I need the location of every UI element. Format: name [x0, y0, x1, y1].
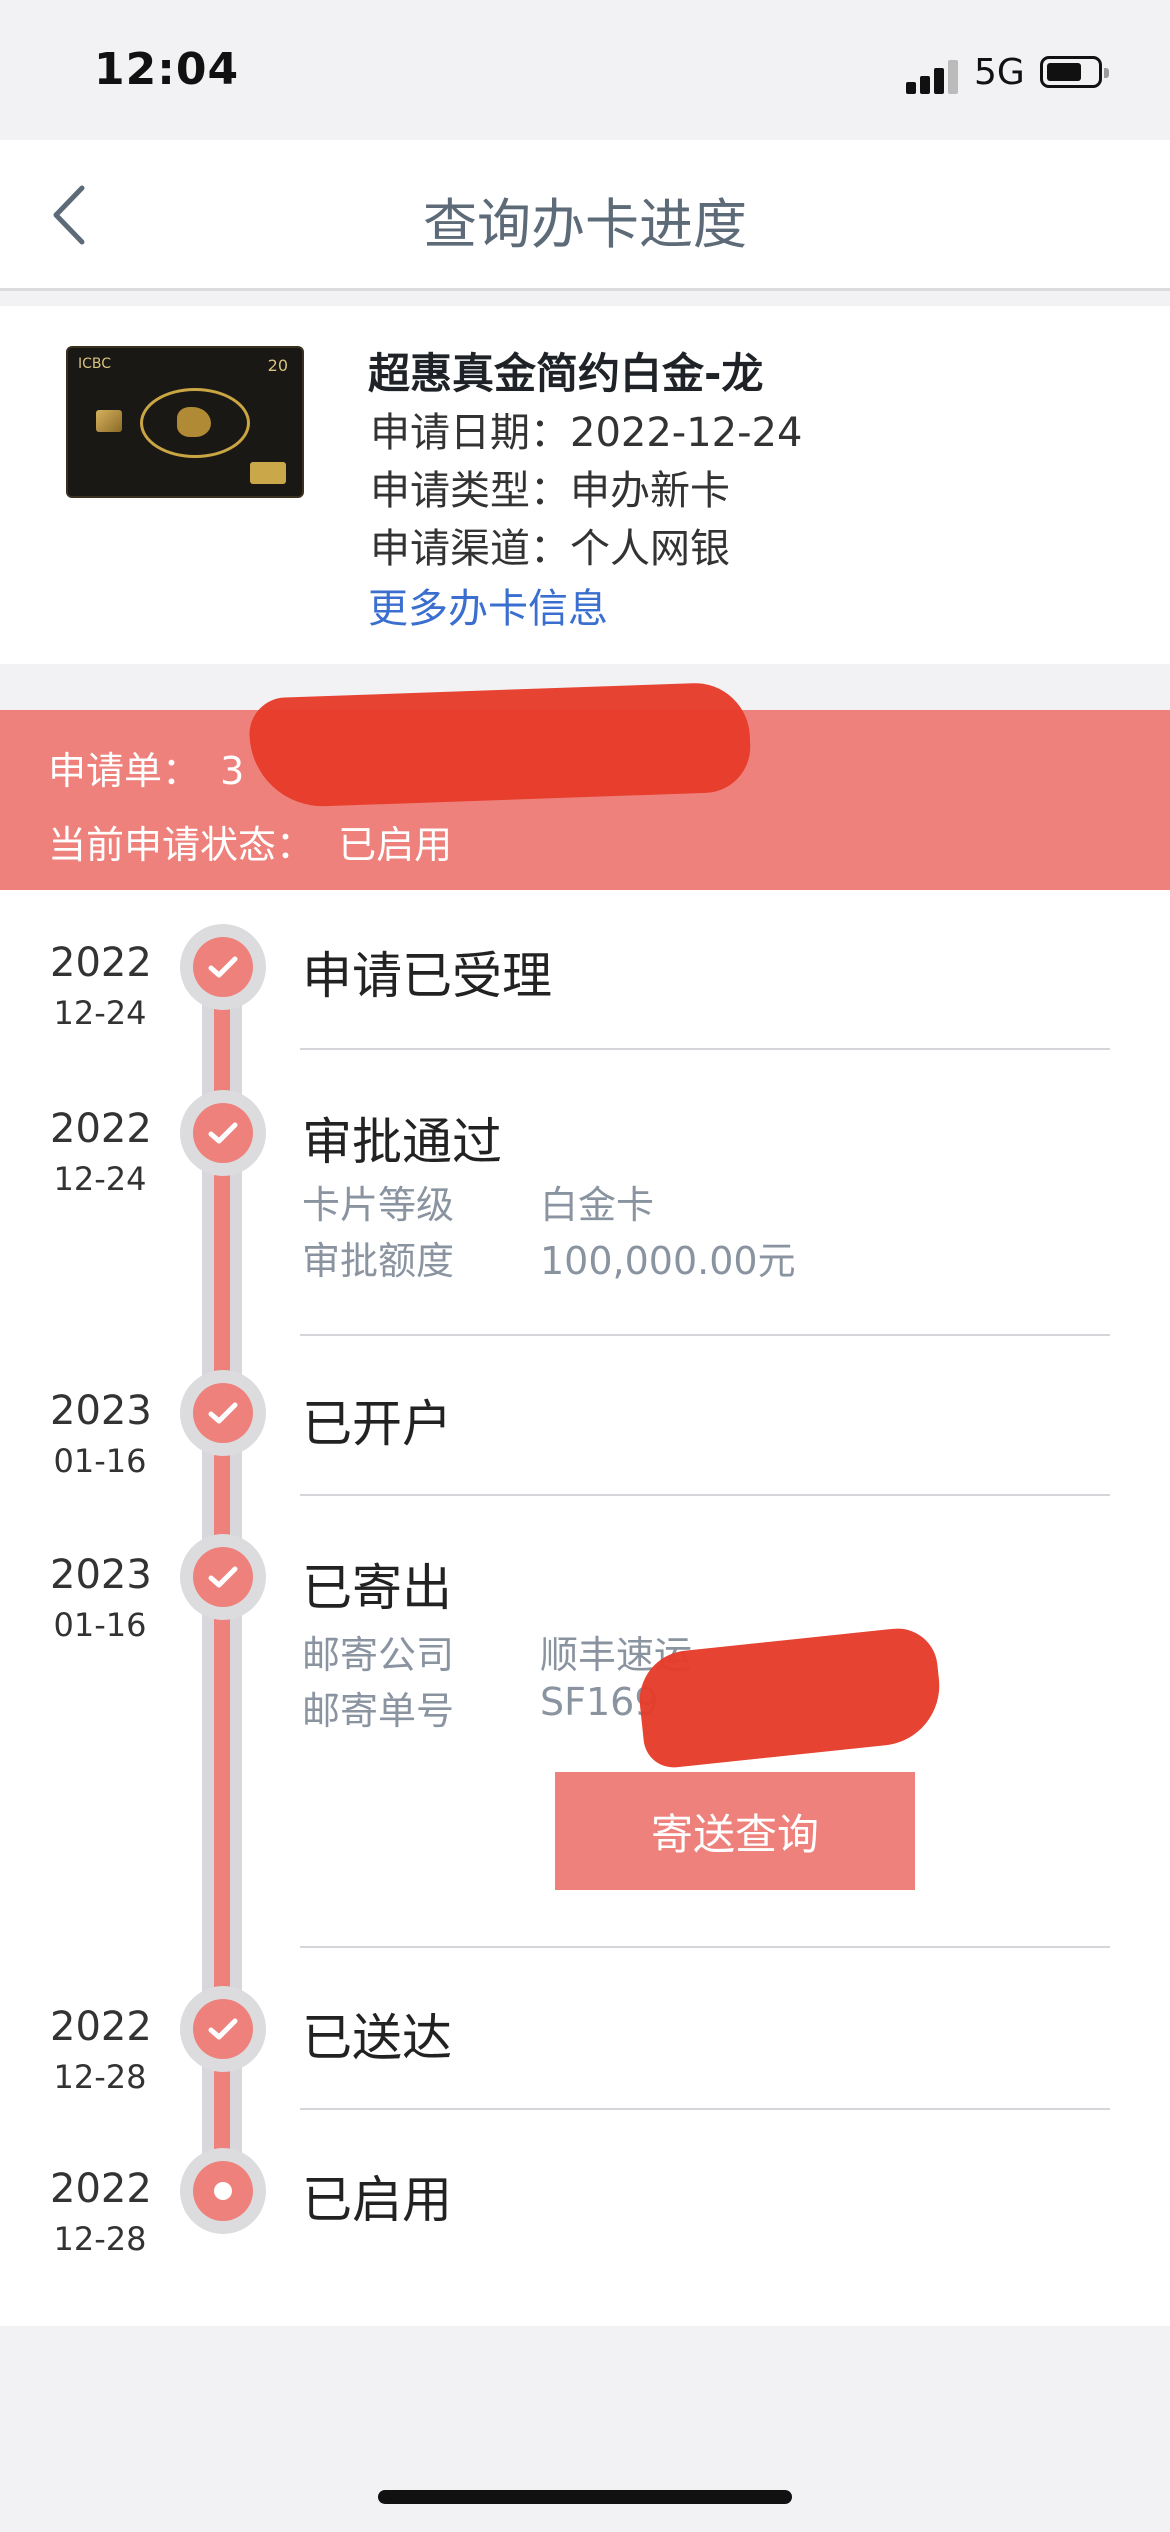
navigation-bar: 查询办卡进度 [0, 140, 1170, 291]
step-title: 审批通过 [302, 1113, 502, 1171]
step-title: 申请已受理 [302, 947, 552, 1005]
detail-label: 邮寄单号 [302, 1689, 455, 1733]
divider [300, 1946, 1110, 1948]
step-check-icon [180, 1534, 266, 1620]
step-title: 已送达 [302, 2009, 452, 2067]
card-info-panel: ICBC 20 超惠真金简约白金-龙 申请日期：2022-12-24 申请类型：… [0, 306, 1170, 664]
track-shipment-button[interactable]: 寄送查询 [555, 1772, 915, 1890]
step-date-year: 2022 [50, 2166, 152, 2212]
detail-label: 邮寄公司 [302, 1633, 455, 1677]
status-value: 已启用 [338, 823, 453, 867]
dragon-emblem-icon [140, 388, 250, 458]
apply-type: 申请类型：申办新卡 [370, 468, 730, 514]
step-date-md: 01-16 [53, 1606, 147, 1644]
card-chip-icon [96, 410, 122, 432]
status-time: 12:04 [94, 44, 240, 95]
home-indicator[interactable] [378, 2490, 792, 2504]
more-card-info-link[interactable]: 更多办卡信息 [368, 576, 608, 634]
step-title: 已寄出 [302, 1559, 452, 1617]
detail-label: 卡片等级 [302, 1183, 455, 1227]
redaction-mark [248, 681, 752, 809]
step-date-md: 12-24 [53, 994, 147, 1032]
step-check-icon [180, 1090, 266, 1176]
current-step-icon [180, 2148, 266, 2234]
apply-date: 申请日期：2022-12-24 [370, 410, 803, 456]
card-network-logo [250, 462, 286, 484]
step-title: 已开户 [302, 1395, 452, 1453]
detail-label: 审批额度 [302, 1239, 455, 1283]
step-date-year: 2023 [50, 1388, 152, 1434]
step-date-md: 12-28 [53, 2220, 147, 2258]
divider [300, 2108, 1110, 2110]
step-date-year: 2022 [50, 940, 152, 986]
card-image: ICBC 20 [66, 346, 304, 498]
application-id-value: 3 [220, 749, 245, 793]
application-id-label: 申请单： [48, 749, 201, 793]
status-bar: 12:04 5G [0, 0, 1170, 140]
progress-timeline: 2022 12-24 申请已受理 2022 12-24 审批通过 卡片等级 白金… [0, 890, 1170, 2326]
network-type: 5G [974, 52, 1025, 93]
step-check-icon [180, 924, 266, 1010]
page-title: 查询办卡进度 [423, 193, 747, 256]
battery-icon [1040, 56, 1109, 88]
detail-value: 白金卡 [540, 1183, 655, 1227]
divider [300, 1334, 1110, 1336]
status-label: 当前申请状态： [48, 823, 315, 867]
divider [300, 1494, 1110, 1496]
step-title: 已启用 [302, 2171, 452, 2229]
step-date-md: 12-24 [53, 1160, 147, 1198]
step-check-icon [180, 1986, 266, 2072]
detail-value: 100,000.00元 [540, 1239, 796, 1283]
apply-channel: 申请渠道：个人网银 [370, 526, 730, 572]
step-date-year: 2023 [50, 1552, 152, 1598]
signal-icon [906, 58, 962, 94]
step-date-md: 01-16 [53, 1442, 147, 1480]
divider [300, 1048, 1110, 1050]
step-check-icon [180, 1370, 266, 1456]
card-brand-logo: ICBC [78, 356, 112, 372]
step-date-md: 12-28 [53, 2058, 147, 2096]
step-date-year: 2022 [50, 2004, 152, 2050]
step-date-year: 2022 [50, 1106, 152, 1152]
card-anniversary-mark: 20 [267, 356, 288, 375]
card-name: 超惠真金简约白金-龙 [368, 349, 764, 398]
